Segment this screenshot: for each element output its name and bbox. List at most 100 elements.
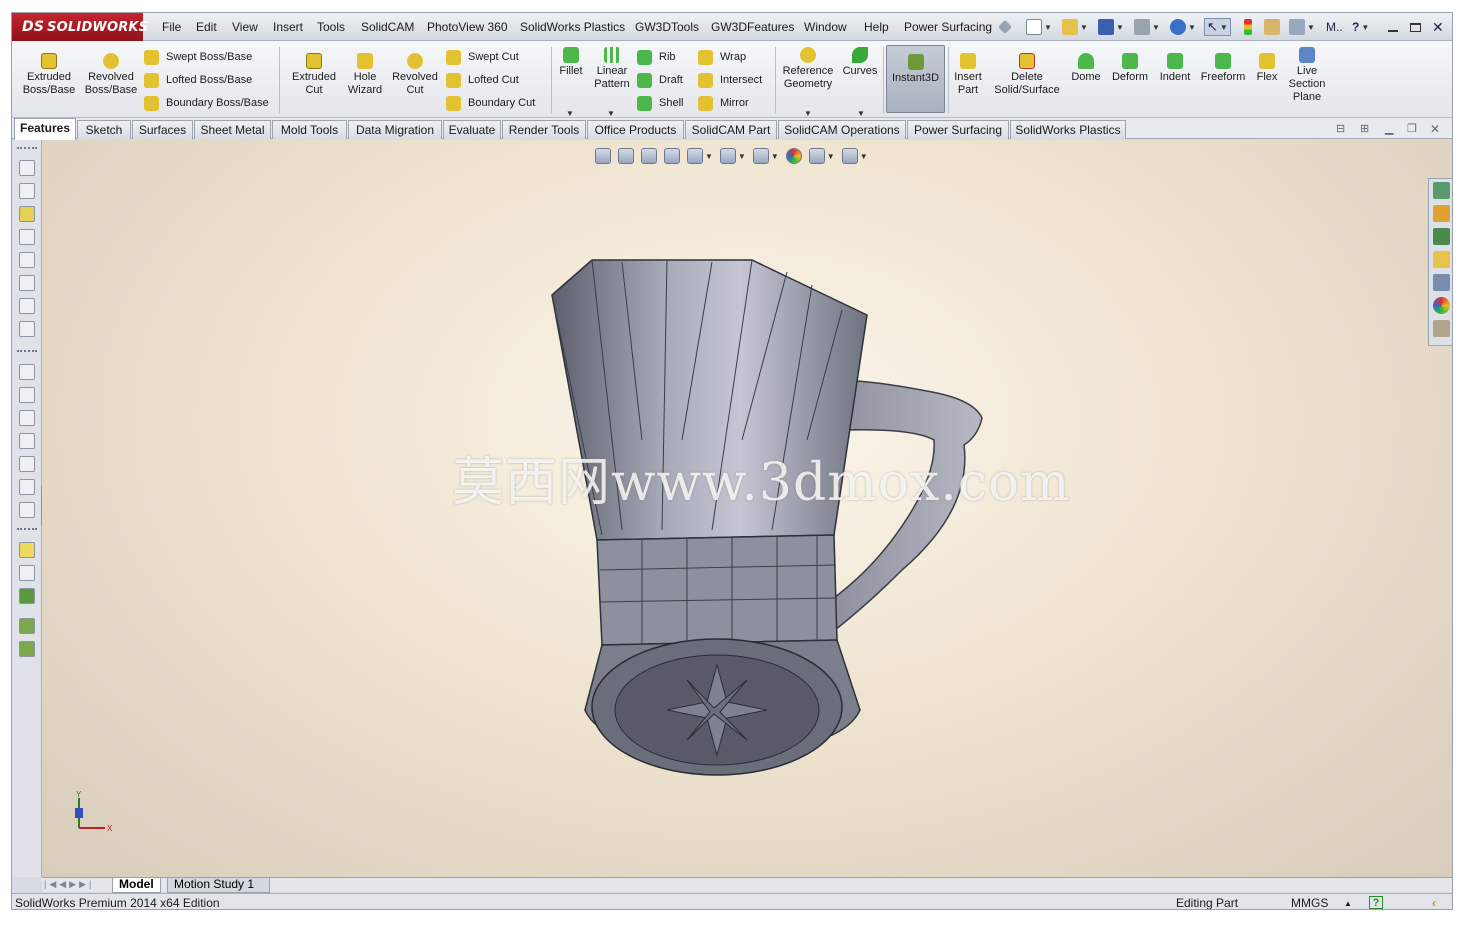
menu-window[interactable]: Window <box>804 20 847 34</box>
freeform-button[interactable]: Freeform <box>1198 45 1248 84</box>
shell-button[interactable]: Shell <box>637 93 683 113</box>
tab-surfaces[interactable]: Surfaces <box>132 120 193 139</box>
design-library-icon[interactable] <box>1433 228 1450 245</box>
insert-part-button[interactable]: Insert Part <box>949 45 987 97</box>
view-orientation-icon[interactable] <box>687 148 703 164</box>
file-properties-button[interactable] <box>1264 18 1280 36</box>
pin-icon[interactable] <box>997 18 1013 36</box>
rebuild-button[interactable] <box>1244 18 1252 36</box>
menu-solidworks-plastics[interactable]: SolidWorks Plastics <box>520 20 625 34</box>
mug-model[interactable] <box>542 240 1002 800</box>
menu-view[interactable]: View <box>232 20 258 34</box>
status-arrow-icon[interactable]: ‹ <box>1432 896 1436 909</box>
menu-insert[interactable]: Insert <box>273 20 303 34</box>
swept-cut-button[interactable]: Swept Cut <box>446 47 519 67</box>
hide-show-items-icon[interactable] <box>752 148 769 164</box>
layer-icon[interactable] <box>19 618 35 634</box>
sketch-tool-icon[interactable] <box>19 321 35 337</box>
mirror-button[interactable]: Mirror <box>698 93 749 113</box>
layer-icon[interactable] <box>19 641 35 657</box>
home-icon[interactable] <box>1433 205 1450 222</box>
extruded-cut-button[interactable]: Extruded Cut <box>286 45 342 97</box>
chevron-down-icon[interactable]: ▼ <box>705 152 713 161</box>
doc-restore-icon[interactable]: ❐ <box>1407 122 1417 135</box>
solidworks-resources-icon[interactable] <box>1433 182 1450 199</box>
options-button[interactable]: ▼ <box>1289 18 1315 36</box>
intersect-button[interactable]: Intersect <box>698 70 762 90</box>
edit-sketch-icon[interactable] <box>19 542 35 558</box>
quick-tips-icon[interactable]: ? <box>1369 896 1383 909</box>
extruded-boss-button[interactable]: Extruded Boss/Base <box>20 45 78 97</box>
revolved-cut-button[interactable]: Revolved Cut <box>390 45 440 97</box>
fillet-button[interactable]: Fillet <box>555 45 587 78</box>
view-orientation-icon[interactable] <box>19 387 35 403</box>
tab-scroll-arrows[interactable]: |◀◀▶▶| <box>44 879 94 890</box>
tab-motion-study[interactable]: Motion Study 1 <box>167 878 270 893</box>
chevron-down-icon[interactable]: ▼ <box>860 152 868 161</box>
apply-scene-icon[interactable] <box>808 148 825 164</box>
draft-button[interactable]: Draft <box>637 70 683 90</box>
pattern-dropdown-icon[interactable]: ▼ <box>607 109 615 118</box>
view-orientation-icon[interactable] <box>19 502 35 518</box>
tab-sheet-metal[interactable]: Sheet Metal <box>194 120 271 139</box>
sketch-tool-icon[interactable] <box>19 252 35 268</box>
print-button[interactable]: ▼ <box>1134 18 1160 36</box>
help-button[interactable]: ? ▼ <box>1352 18 1369 36</box>
relations-icon[interactable] <box>19 588 35 604</box>
open-button[interactable]: ▼ <box>1062 18 1088 36</box>
appearances-icon[interactable] <box>1433 297 1450 314</box>
section-view-icon[interactable] <box>664 148 680 164</box>
doc-minimize-icon[interactable]: ▁ <box>1385 122 1393 135</box>
sketch-tool-icon[interactable] <box>19 298 35 314</box>
view-settings-icon[interactable] <box>841 148 858 164</box>
sketch-tool-icon[interactable] <box>19 160 35 176</box>
zoom-to-area-icon[interactable] <box>618 148 634 164</box>
flex-button[interactable]: Flex <box>1252 45 1282 84</box>
tile-horizontal-icon[interactable]: ⊟ <box>1336 122 1345 135</box>
fillet-dropdown-icon[interactable]: ▼ <box>566 109 574 118</box>
tab-power-surfacing[interactable]: Power Surfacing <box>907 120 1009 139</box>
live-section-plane-button[interactable]: Live Section Plane <box>1286 45 1328 104</box>
graphics-viewport[interactable]: ▼ ▼ ▼ ▼ ▼ 莫西网www.3dmox.com Y X <box>42 140 1452 877</box>
tab-features[interactable]: Features <box>14 118 76 140</box>
view-orientation-icon[interactable] <box>19 433 35 449</box>
tile-vertical-icon[interactable]: ⊞ <box>1360 122 1369 135</box>
sketch-tool-icon[interactable] <box>19 206 35 222</box>
file-explorer-icon[interactable] <box>1433 251 1450 268</box>
tab-solidcam-operations[interactable]: SolidCAM Operations <box>778 120 906 139</box>
sketch-tool-icon[interactable] <box>19 183 35 199</box>
boundary-boss-button[interactable]: Boundary Boss/Base <box>144 93 269 113</box>
view-palette-icon[interactable] <box>1433 274 1450 291</box>
indent-button[interactable]: Indent <box>1155 45 1195 84</box>
sketch-tool-icon[interactable] <box>19 229 35 245</box>
view-orientation-icon[interactable] <box>19 410 35 426</box>
view-orientation-icon[interactable] <box>19 456 35 472</box>
units-system[interactable]: MMGS <box>1291 896 1328 909</box>
tab-data-migration[interactable]: Data Migration <box>348 120 442 139</box>
linear-pattern-button[interactable]: Linear Pattern <box>591 45 633 91</box>
menu-photoview[interactable]: PhotoView 360 <box>427 20 508 34</box>
revolved-boss-button[interactable]: Revolved Boss/Base <box>82 45 140 97</box>
dome-button[interactable]: Dome <box>1067 45 1105 84</box>
edit-appearance-icon[interactable] <box>785 148 802 164</box>
tab-mold-tools[interactable]: Mold Tools <box>272 120 347 139</box>
menu-solidcam[interactable]: SolidCAM <box>361 20 414 34</box>
lofted-cut-button[interactable]: Lofted Cut <box>446 70 519 90</box>
deform-button[interactable]: Deform <box>1109 45 1151 84</box>
new-document-button[interactable]: ▼ <box>1026 18 1052 36</box>
menu-power-surfacing[interactable]: Power Surfacing <box>904 20 992 34</box>
menu-gw3dtools[interactable]: GW3DTools <box>635 20 699 34</box>
curves-dropdown-icon[interactable]: ▼ <box>857 109 865 118</box>
save-button[interactable]: ▼ <box>1098 18 1124 36</box>
tab-sketch[interactable]: Sketch <box>77 120 131 139</box>
units-caret-icon[interactable]: ▲ <box>1344 899 1352 908</box>
lofted-boss-button[interactable]: Lofted Boss/Base <box>144 70 252 90</box>
menu-gw3dfeatures[interactable]: GW3DFeatures <box>711 20 794 34</box>
menu-help[interactable]: Help <box>864 20 889 34</box>
tab-render-tools[interactable]: Render Tools <box>502 120 586 139</box>
tab-evaluate[interactable]: Evaluate <box>443 120 501 139</box>
tab-solidworks-plastics[interactable]: SolidWorks Plastics <box>1010 120 1126 139</box>
chevron-down-icon[interactable]: ▼ <box>738 152 746 161</box>
menu-tools[interactable]: Tools <box>317 20 345 34</box>
reference-geometry-button[interactable]: Reference Geometry <box>779 45 837 91</box>
